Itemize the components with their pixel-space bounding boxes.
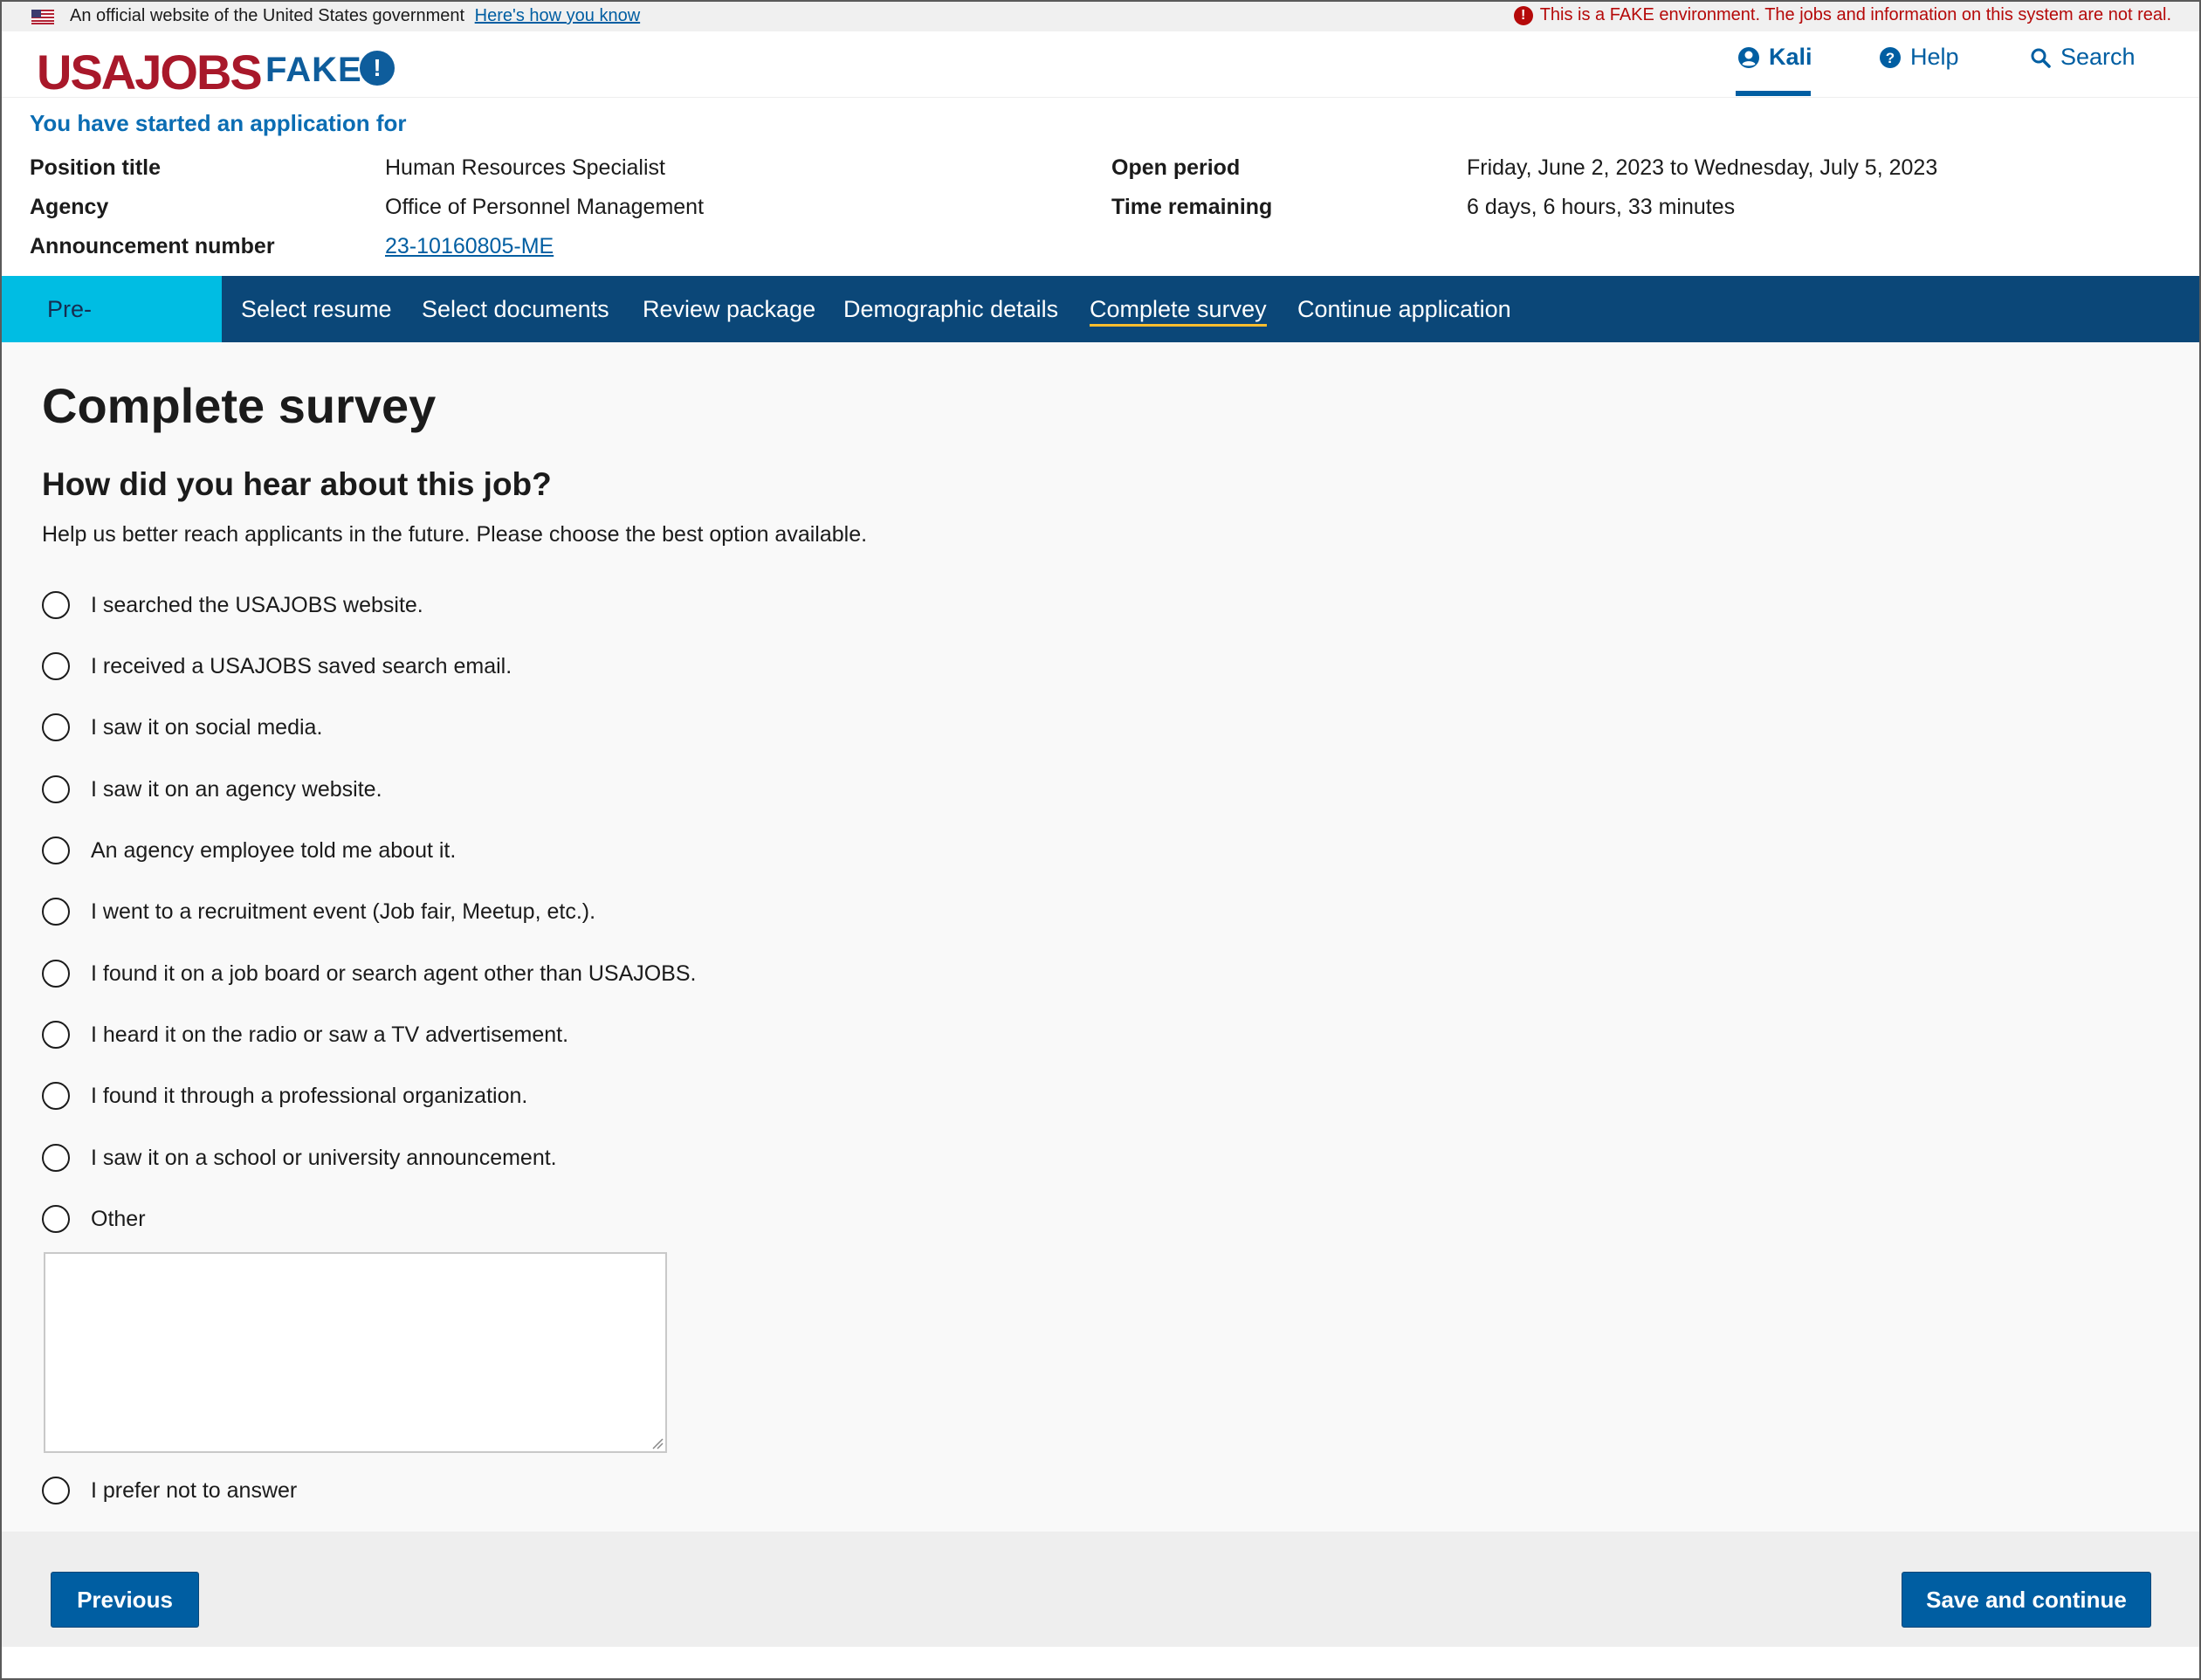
announcement-link[interactable]: 23-10160805-ME xyxy=(385,234,554,259)
resize-handle-icon[interactable] xyxy=(651,1437,664,1449)
gov-banner: An official website of the United States… xyxy=(2,2,2199,31)
usajobs-logo[interactable]: USAJOBS xyxy=(37,44,263,100)
application-steps-nav: Pre-application Select resume Select doc… xyxy=(2,276,2199,389)
main-content: Complete survey How did you hear about t… xyxy=(2,342,2199,1532)
radio-option-label: I saw it on an agency website. xyxy=(91,776,382,802)
radio-option-other[interactable]: Other xyxy=(42,1205,146,1233)
step-complete-survey[interactable]: Complete survey xyxy=(1072,276,1284,342)
radio-option-label: I searched the USAJOBS website. xyxy=(91,592,423,617)
step-label: Complete survey xyxy=(1090,296,1267,327)
fake-warning-text: This is a FAKE environment. The jobs and… xyxy=(1539,5,2171,24)
fake-environment-warning: ! This is a FAKE environment. The jobs a… xyxy=(1513,5,2171,25)
radio-option-label: I found it through a professional organi… xyxy=(91,1083,528,1108)
radio-option-label: Other xyxy=(91,1206,146,1231)
search-link[interactable]: Search xyxy=(2029,44,2136,71)
search-label: Search xyxy=(2060,44,2136,70)
site-header: USAJOBS FAKE ! Kali ? Help Search xyxy=(2,31,2199,100)
radio-option-social-media[interactable]: I saw it on social media. xyxy=(42,713,322,741)
step-label: Continue application xyxy=(1297,296,1511,322)
radio-button[interactable] xyxy=(42,713,70,741)
radio-option-job-board[interactable]: I found it on a job board or search agen… xyxy=(42,960,696,988)
save-and-continue-button[interactable]: Save and continue xyxy=(1902,1572,2151,1628)
help-label: Help xyxy=(1910,44,1959,70)
time-remaining-label: Time remaining xyxy=(1111,195,1273,219)
us-flag-icon xyxy=(31,10,54,24)
page-title: Complete survey xyxy=(42,378,437,433)
radio-option-saved-search-email[interactable]: I received a USAJOBS saved search email. xyxy=(42,652,512,680)
radio-option-label: I prefer not to answer xyxy=(91,1477,298,1503)
step-select-documents[interactable]: Select documents xyxy=(404,276,627,342)
other-textarea[interactable] xyxy=(44,1252,667,1453)
radio-option-recruitment-event[interactable]: I went to a recruitment event (Job fair,… xyxy=(42,898,595,926)
application-intro: You have started an application for xyxy=(30,110,407,136)
open-period-label: Open period xyxy=(1111,155,1241,180)
radio-option-label: I received a USAJOBS saved search email. xyxy=(91,653,512,678)
position-title-value: Human Resources Specialist xyxy=(385,155,665,180)
radio-button[interactable] xyxy=(42,1205,70,1233)
step-label: Select documents xyxy=(422,296,609,322)
step-select-resume[interactable]: Select resume xyxy=(224,276,409,342)
agency-value: Office of Personnel Management xyxy=(385,195,705,219)
survey-help-text: Help us better reach applicants in the f… xyxy=(42,522,868,547)
radio-button[interactable] xyxy=(42,898,70,926)
radio-option-usajobs-website[interactable]: I searched the USAJOBS website. xyxy=(42,591,423,619)
radio-option-label: I went to a recruitment event (Job fair,… xyxy=(91,899,596,924)
announcement-label: Announcement number xyxy=(30,234,275,258)
time-remaining-value: 6 days, 6 hours, 33 minutes xyxy=(1467,195,1736,219)
radio-button[interactable] xyxy=(42,1477,70,1504)
heres-how-you-know-link[interactable]: Here's how you know xyxy=(475,6,640,25)
position-title-label: Position title xyxy=(30,155,161,180)
help-icon: ? xyxy=(1880,46,1901,68)
radio-option-agency-employee[interactable]: An agency employee told me about it. xyxy=(42,837,456,864)
radio-option-school-announcement[interactable]: I saw it on a school or university annou… xyxy=(42,1144,557,1172)
radio-option-label: I found it on a job board or search agen… xyxy=(91,960,697,986)
fake-label: FAKE xyxy=(265,51,362,89)
step-review-package[interactable]: Review package xyxy=(625,276,833,342)
radio-option-label: An agency employee told me about it. xyxy=(91,837,457,863)
radio-button[interactable] xyxy=(42,837,70,864)
radio-option-label: I saw it on social media. xyxy=(91,714,323,740)
radio-option-radio-tv[interactable]: I heard it on the radio or saw a TV adve… xyxy=(42,1021,568,1049)
radio-option-prefer-not-to-answer[interactable]: I prefer not to answer xyxy=(42,1477,297,1504)
form-footer: Previous Save and continue xyxy=(2,1532,2199,1647)
svg-text:?: ? xyxy=(1886,50,1895,66)
step-label: Demographic details xyxy=(843,296,1059,322)
radio-button[interactable] xyxy=(42,960,70,988)
user-name: Kali xyxy=(1769,44,1812,70)
agency-label: Agency xyxy=(30,195,109,219)
radio-option-agency-website[interactable]: I saw it on an agency website. xyxy=(42,775,382,803)
open-period-value: Friday, June 2, 2023 to Wednesday, July … xyxy=(1467,155,1938,180)
gov-banner-label: An official website of the United States… xyxy=(70,6,465,25)
radio-option-professional-organization[interactable]: I found it through a professional organi… xyxy=(42,1082,527,1110)
radio-button[interactable] xyxy=(42,652,70,680)
step-label: Select resume xyxy=(241,296,392,322)
search-icon xyxy=(2031,48,2051,68)
radio-button[interactable] xyxy=(42,1144,70,1172)
active-nav-underline xyxy=(1736,91,1811,96)
gov-banner-text: An official website of the United States… xyxy=(70,6,640,26)
step-label: Review package xyxy=(643,296,816,322)
radio-button[interactable] xyxy=(42,1021,70,1049)
step-demographic-details[interactable]: Demographic details xyxy=(826,276,1076,342)
previous-button[interactable]: Previous xyxy=(51,1572,199,1628)
radio-button[interactable] xyxy=(42,1082,70,1110)
help-link[interactable]: ? Help xyxy=(1879,44,1959,71)
user-icon xyxy=(1738,46,1759,68)
step-pre-application[interactable]: Pre-application xyxy=(2,276,222,389)
fake-info-icon[interactable]: ! xyxy=(360,51,395,86)
step-continue-application[interactable]: Continue application xyxy=(1280,276,1529,342)
alert-icon: ! xyxy=(1513,5,1533,25)
radio-button[interactable] xyxy=(42,775,70,803)
survey-question: How did you hear about this job? xyxy=(42,466,552,502)
radio-option-label: I saw it on a school or university annou… xyxy=(91,1145,557,1170)
user-profile-link[interactable]: Kali xyxy=(1737,44,1812,71)
radio-option-label: I heard it on the radio or saw a TV adve… xyxy=(91,1022,569,1047)
radio-button[interactable] xyxy=(42,591,70,619)
